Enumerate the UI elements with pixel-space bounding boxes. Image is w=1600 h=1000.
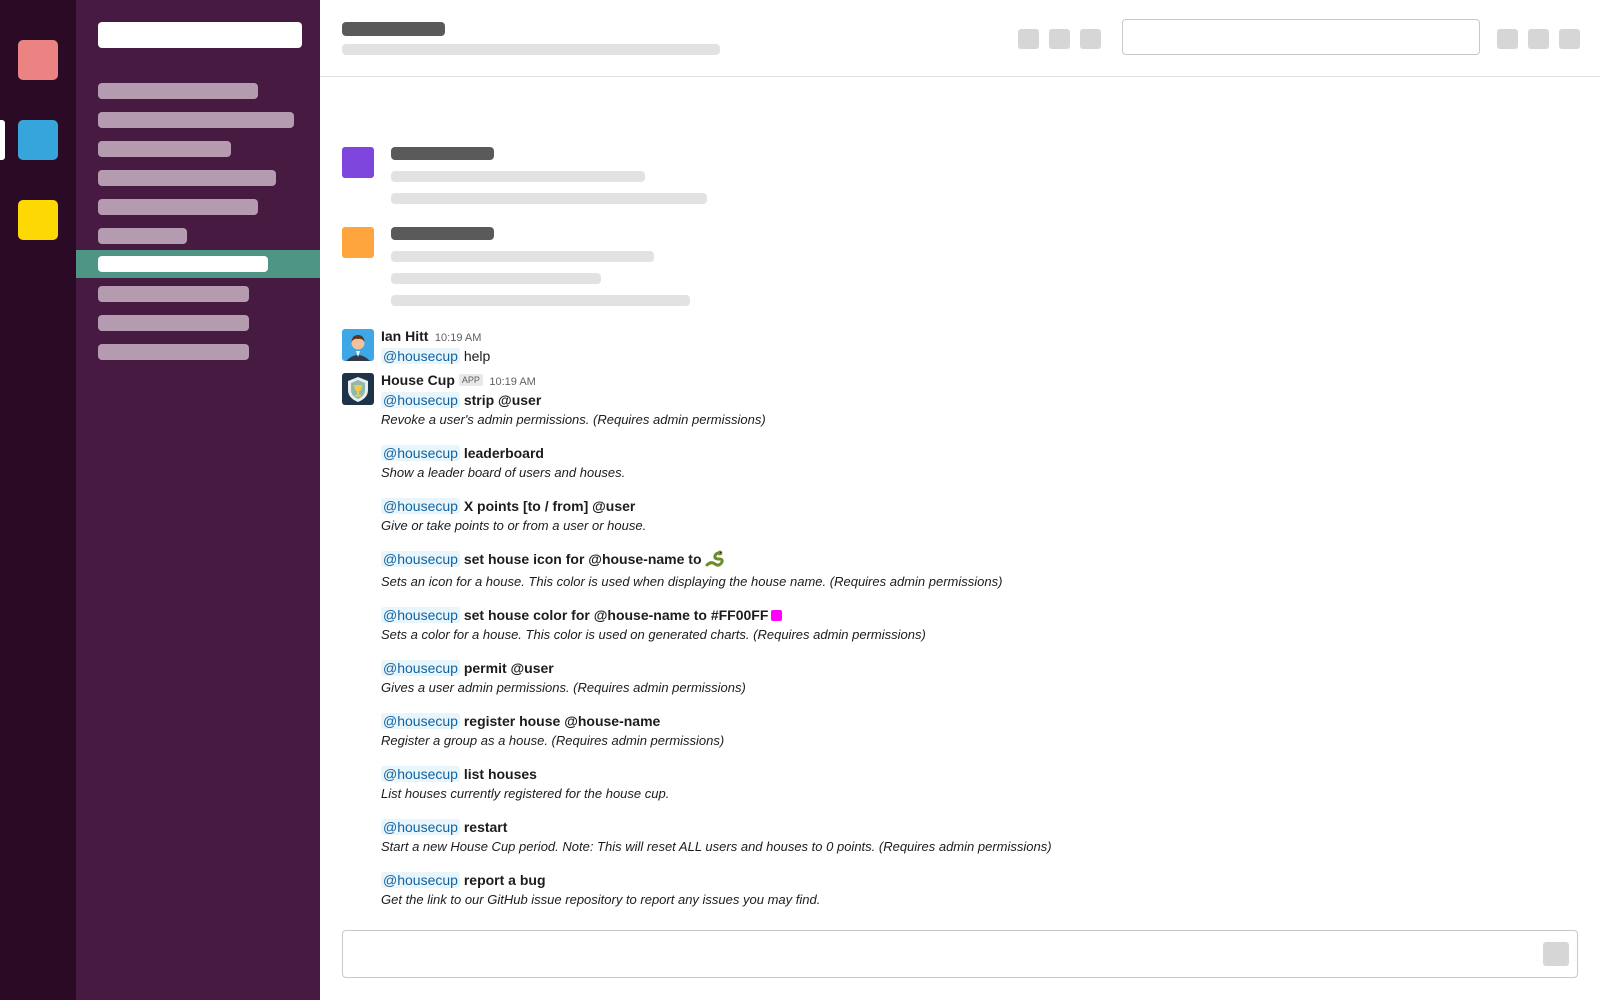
command-description: Give or take points to or from a user or… (381, 518, 647, 533)
app-badge: APP (458, 374, 483, 386)
header-button[interactable] (1497, 29, 1518, 49)
help-entry: @housecup leaderboard Show a leader boar… (381, 444, 1052, 482)
color-swatch (771, 610, 783, 621)
search-input[interactable] (1122, 19, 1480, 55)
sidebar-item[interactable] (98, 286, 249, 302)
help-entry: @housecup set house icon for @house-name… (381, 550, 1052, 591)
mention-link[interactable]: @housecup (381, 713, 460, 729)
sidebar-item[interactable] (98, 141, 231, 157)
header-button[interactable] (1528, 29, 1549, 49)
message-text: help (463, 348, 491, 364)
help-entry: @housecup list houses List houses curren… (381, 765, 1052, 803)
message-author[interactable]: House Cup (381, 372, 455, 388)
skeleton-line (391, 251, 654, 262)
command-text: set house icon for @house-name to (463, 551, 702, 567)
command-description: Register a group as a house. (Requires a… (381, 733, 725, 748)
skeleton-avatar (342, 147, 374, 178)
mention-link[interactable]: @housecup (381, 392, 460, 408)
command-text: X points [to / from] @user (463, 498, 636, 514)
command-text: restart (463, 819, 508, 835)
command-description: Show a leader board of users and houses. (381, 465, 626, 480)
help-entry: @housecup X points [to / from] @user Giv… (381, 497, 1052, 535)
skeleton-avatar (342, 227, 374, 258)
command-description: Sets an icon for a house. This color is … (381, 574, 1003, 589)
team-name-placeholder[interactable] (98, 22, 302, 48)
house-cup-shield-icon[interactable] (342, 373, 374, 405)
sidebar-item[interactable] (98, 170, 276, 186)
skeleton-author (391, 147, 494, 160)
workspace-2-icon[interactable] (18, 120, 58, 160)
channel-sidebar (76, 0, 320, 1000)
message-timestamp[interactable]: 10:19 AM (489, 376, 535, 388)
header-button[interactable] (1080, 29, 1101, 49)
command-description: List houses currently registered for the… (381, 786, 670, 801)
workspace-1-icon[interactable] (18, 40, 58, 80)
sidebar-item[interactable] (98, 315, 249, 331)
sidebar-item-active[interactable] (76, 250, 320, 278)
mention-link[interactable]: @housecup (381, 348, 460, 364)
command-description: Gives a user admin permissions. (Require… (381, 680, 746, 695)
command-text: strip @user (463, 392, 542, 408)
header-button[interactable] (1559, 29, 1580, 49)
help-entry: @housecup set house color for @house-nam… (381, 606, 1052, 644)
message-composer-input[interactable] (342, 930, 1578, 978)
help-entry: @housecup restart Start a new House Cup … (381, 818, 1052, 856)
command-description: Revoke a user's admin permissions. (Requ… (381, 412, 766, 427)
main-pane: Ian Hitt 10:19 AM @housecup help House C… (320, 0, 1600, 1000)
mention-link[interactable]: @housecup (381, 607, 460, 623)
mention-link[interactable]: @housecup (381, 872, 460, 888)
mention-link[interactable]: @housecup (381, 498, 460, 514)
sidebar-item[interactable] (98, 112, 294, 128)
command-description: Sets a color for a house. This color is … (381, 627, 926, 642)
header-button[interactable] (1018, 29, 1039, 49)
skeleton-line (391, 295, 690, 306)
help-entry: @housecup report a bug Get the link to o… (381, 871, 1052, 909)
skeleton-author (391, 227, 494, 240)
command-text: leaderboard (463, 445, 544, 461)
command-text: register house @house-name (463, 713, 661, 729)
header-button[interactable] (1049, 29, 1070, 49)
skeleton-line (391, 193, 707, 204)
help-entry: @housecup register house @house-name Reg… (381, 712, 1052, 750)
help-entry: @housecup permit @user Gives a user admi… (381, 659, 1052, 697)
command-text: report a bug (463, 872, 546, 888)
send-button[interactable] (1543, 942, 1569, 966)
message-timestamp[interactable]: 10:19 AM (435, 332, 481, 344)
mention-link[interactable]: @housecup (381, 819, 460, 835)
skeleton-line (391, 171, 645, 182)
sidebar-item[interactable] (98, 83, 258, 99)
workspace-3-icon[interactable] (18, 200, 58, 240)
mention-link[interactable]: @housecup (381, 551, 460, 567)
command-text: permit @user (463, 660, 554, 676)
command-description: Get the link to our GitHub issue reposit… (381, 892, 821, 907)
active-workspace-indicator (0, 120, 5, 160)
command-description: Start a new House Cup period. Note: This… (381, 839, 1052, 854)
mention-link[interactable]: @housecup (381, 766, 460, 782)
channel-title-placeholder (342, 22, 445, 36)
mention-link[interactable]: @housecup (381, 660, 460, 676)
command-text: set house color for @house-name to #FF00… (463, 607, 769, 623)
workspace-rail (0, 0, 76, 1000)
active-channel-placeholder (98, 256, 268, 272)
snake-emoji-icon (705, 550, 725, 572)
mention-link[interactable]: @housecup (381, 445, 460, 461)
sidebar-item[interactable] (98, 228, 187, 244)
command-text: list houses (463, 766, 537, 782)
help-entry: @housecup strip @user Revoke a user's ad… (381, 391, 1052, 429)
channel-topic-placeholder (342, 44, 720, 55)
skeleton-line (391, 273, 601, 284)
channel-header (320, 0, 1600, 77)
message-author[interactable]: Ian Hitt (381, 328, 428, 344)
user-avatar-icon[interactable] (342, 329, 374, 361)
sidebar-item[interactable] (98, 344, 249, 360)
sidebar-item[interactable] (98, 199, 258, 215)
